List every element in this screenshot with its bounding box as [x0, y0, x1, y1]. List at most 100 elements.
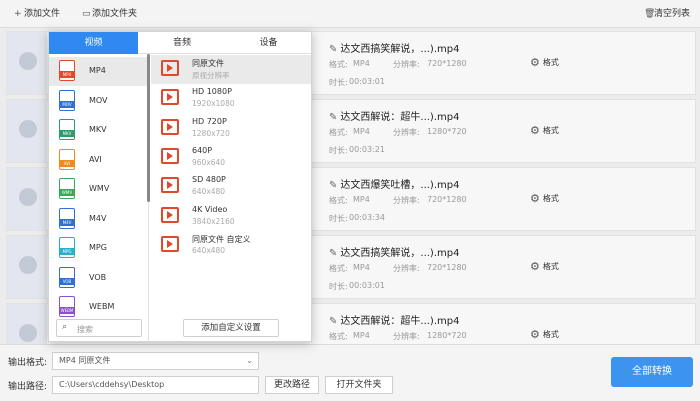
resolution-value: 720*1280: [427, 195, 467, 204]
format-tag: MP4: [59, 71, 75, 78]
tab-video[interactable]: 视频: [49, 32, 138, 54]
video-placeholder-icon: [19, 324, 37, 342]
resolution-title: HD 720P: [192, 116, 227, 126]
format-tag: AVI: [59, 159, 75, 167]
format-name: MOV: [89, 95, 108, 105]
edit-pencil-icon[interactable]: ✎: [329, 316, 337, 327]
format-settings-button[interactable]: ⚙ 格式: [530, 56, 559, 69]
resolution-option[interactable]: HD 720P 1280x720: [151, 114, 311, 143]
clear-list-button[interactable]: 🗑清空列表: [640, 5, 694, 23]
file-name-text: 达文西搞笑解说，...).mp4: [340, 44, 460, 55]
add-file-button[interactable]: + 添加文件: [10, 5, 64, 23]
edit-pencil-icon[interactable]: ✎: [329, 112, 337, 123]
file-name[interactable]: ✎ 达文西搞笑解说，...).mp4: [329, 40, 459, 55]
format-tag: MOV: [59, 100, 75, 108]
resolution-label: 分辨率:: [393, 128, 420, 137]
play-triangle-shape: [167, 122, 173, 131]
output-format-select[interactable]: MP4 同原文件 ⌄: [52, 352, 259, 370]
format-settings-button[interactable]: ⚙ 格式: [530, 328, 559, 341]
format-name: MKV: [89, 125, 107, 134]
add-file-label: 添加文件: [24, 9, 61, 19]
format-item-m4v[interactable]: M4V M4V: [49, 205, 149, 234]
format-item-mkv[interactable]: MKV MKV: [49, 116, 149, 145]
resolution-option[interactable]: 640P 960x640: [151, 143, 311, 172]
duration-value: 00:03:34: [349, 213, 385, 222]
video-play-icon: [161, 89, 179, 106]
change-path-button[interactable]: 更改路径: [265, 376, 319, 394]
resolution-option[interactable]: 同原文件 自定义 640x480: [151, 231, 311, 260]
output-format-label: 输出格式:: [8, 358, 48, 368]
edit-pencil-icon[interactable]: ✎: [329, 44, 337, 55]
video-play-icon: [161, 147, 179, 164]
format-item-mpg[interactable]: MPG MPG: [49, 234, 149, 263]
format-settings-button[interactable]: ⚙ 格式: [530, 192, 559, 205]
file-name[interactable]: ✎ 达文西解说：超牛...).mp4: [329, 312, 459, 327]
resolution-label: 分辨率:: [393, 196, 420, 205]
format-item-mov[interactable]: MOV MOV: [49, 87, 149, 116]
format-item-wmv[interactable]: WMV WMV: [49, 175, 149, 204]
add-folder-button[interactable]: ▭添加文件夹: [78, 5, 141, 23]
output-path-label: 输出路径:: [8, 382, 48, 392]
resolution-option[interactable]: SD 480P 640x480: [151, 172, 311, 201]
format-name: MPG: [89, 243, 107, 252]
format-name: WEBM: [89, 302, 115, 311]
format-settings-button[interactable]: ⚙ 格式: [530, 260, 559, 273]
resolution-title: 同原文件 自定义: [192, 234, 251, 244]
convert-all-button[interactable]: 全部转换: [611, 357, 693, 387]
gear-icon: ⚙: [530, 56, 540, 69]
resolution-option[interactable]: 同原文件 原视分辨率: [151, 55, 311, 84]
format-value: MP4: [353, 263, 370, 272]
play-triangle-shape: [167, 64, 173, 72]
add-custom-setting-button[interactable]: 添加自定义设置: [183, 319, 279, 337]
resolution-value: 1280*720: [427, 331, 467, 340]
format-item-mp4[interactable]: MP4 MP4: [49, 57, 149, 86]
format-label: 格式:: [329, 196, 348, 205]
add-folder-label: 添加文件夹: [92, 9, 138, 19]
resolution-label: 分辨率:: [393, 264, 420, 273]
format-item-webm[interactable]: WEBM WEBM: [49, 293, 149, 322]
edit-pencil-icon[interactable]: ✎: [329, 180, 337, 191]
tab-audio[interactable]: 音频: [138, 32, 226, 54]
play-triangle-shape: [167, 93, 173, 102]
format-list: MP4 MP4 MOV MOV MKV MKV AVI AVI WMV WMV M4V M4V MPG M…: [49, 54, 149, 342]
resolution-size: 1280x720: [192, 128, 230, 138]
video-thumbnail: [7, 236, 47, 298]
format-tag: MPG: [59, 248, 75, 255]
duration-label: 时长:: [329, 282, 348, 291]
format-item-avi[interactable]: AVI AVI: [49, 146, 149, 175]
video-play-icon: [161, 118, 179, 135]
plus-icon: +: [14, 9, 22, 19]
format-settings-button[interactable]: ⚙ 格式: [530, 124, 559, 137]
video-placeholder-icon: [19, 52, 37, 70]
output-path-field[interactable]: C:\Users\cddehsy\Desktop: [52, 376, 259, 394]
resolution-label: 分辨率:: [393, 332, 420, 341]
tab-device[interactable]: 设备: [226, 32, 311, 54]
format-item-vob[interactable]: VOB VOB: [49, 264, 149, 293]
resolution-option[interactable]: 4K Video 3840x2160: [151, 202, 311, 231]
video-thumbnail: [7, 32, 47, 94]
video-placeholder-icon: [19, 256, 37, 274]
file-format-icon: MKV: [59, 119, 75, 140]
file-name[interactable]: ✎ 达文西爆笑吐槽，...).mp4: [329, 176, 459, 191]
resolution-title: 同原文件: [192, 59, 224, 68]
gear-icon: ⚙: [530, 192, 540, 205]
search-placeholder: 搜索: [77, 325, 93, 334]
format-search-input[interactable]: ⌕ 搜索: [56, 319, 142, 337]
file-name[interactable]: ✎ 达文西搞笑解说，...).mp4: [329, 244, 459, 259]
folder-icon: ▭: [82, 9, 91, 19]
format-tabs: 视频 音频 设备: [49, 32, 311, 54]
duration-label: 时长:: [329, 214, 348, 223]
file-format-icon: WMV: [59, 178, 75, 199]
file-name-text: 达文西搞笑解说，...).mp4: [340, 248, 460, 259]
resolution-label: 分辨率:: [393, 60, 420, 69]
format-list-scrollbar[interactable]: [147, 54, 150, 202]
format-name: VOB: [89, 272, 107, 282]
edit-pencil-icon[interactable]: ✎: [329, 248, 337, 259]
top-toolbar: + 添加文件 ▭添加文件夹 🗑清空列表: [0, 0, 700, 28]
open-folder-button[interactable]: 打开文件夹: [325, 376, 393, 394]
resolution-value: 720*1280: [427, 263, 467, 272]
file-name[interactable]: ✎ 达文西解说：超牛...).mp4: [329, 108, 459, 123]
resolution-option[interactable]: HD 1080P 1920x1080: [151, 84, 311, 113]
resolution-title: 640P: [192, 145, 213, 155]
format-popup: 视频 音频 设备 MP4 MP4 MOV MOV MKV MKV AVI AVI WMV WMV M…: [48, 31, 312, 342]
